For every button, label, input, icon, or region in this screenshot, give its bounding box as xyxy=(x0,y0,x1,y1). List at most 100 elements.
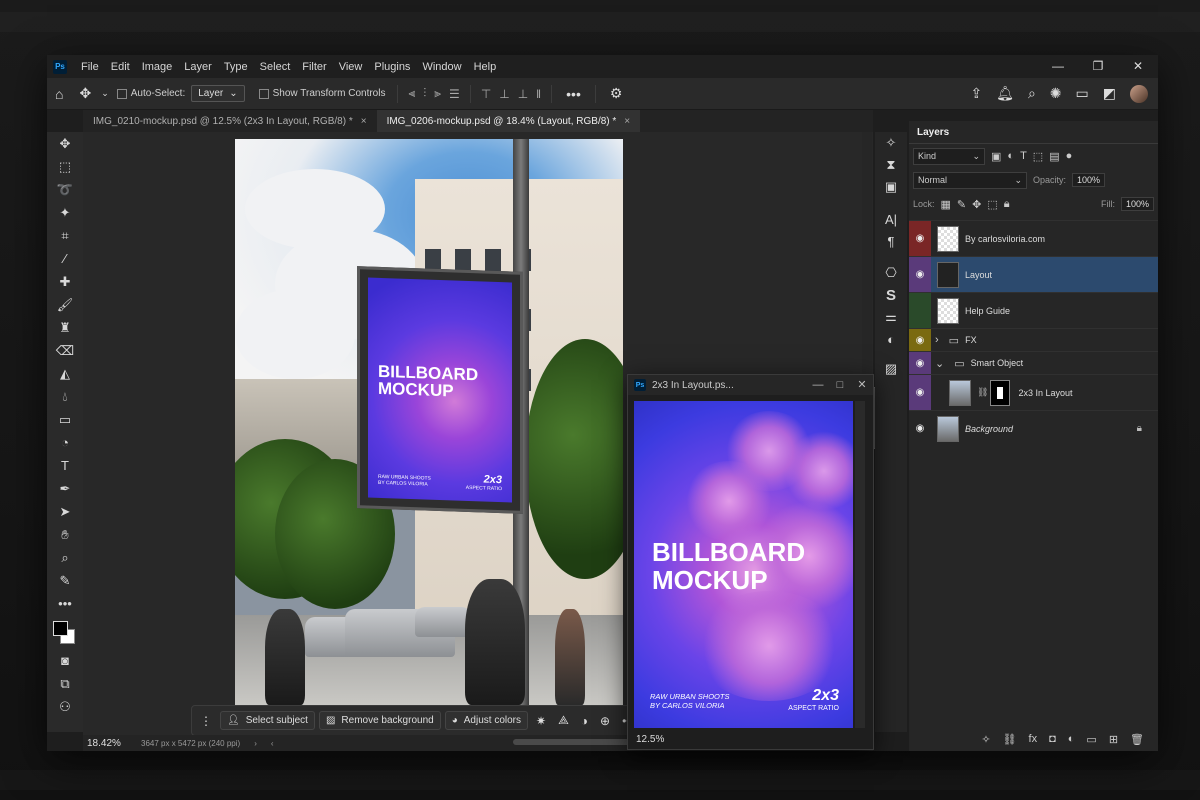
share-icon[interactable]: ⇪ xyxy=(970,85,982,102)
eyedropper-tool-icon[interactable]: ⁄ xyxy=(47,247,83,270)
eye-icon[interactable]: ◉ xyxy=(916,423,925,434)
align-middle-icon[interactable]: ⊥ xyxy=(495,87,513,101)
type-tool-icon[interactable]: T xyxy=(47,454,83,477)
distribute-icon[interactable]: ☰ xyxy=(445,87,464,101)
properties-icon[interactable]: ◐ xyxy=(875,328,907,350)
more-tools-icon[interactable]: ••• xyxy=(47,592,83,615)
menu-image[interactable]: Image xyxy=(136,61,179,73)
blend-mode-dropdown[interactable]: Normal ⌄ xyxy=(913,171,1027,189)
more-options-button[interactable]: ••• xyxy=(558,86,589,102)
lock-pixels-icon[interactable]: ✎ xyxy=(957,198,966,211)
menu-view[interactable]: View xyxy=(333,61,369,73)
layer-group-row[interactable]: ◉ › ▭ FX xyxy=(909,328,1158,351)
floating-window-scrollbar[interactable] xyxy=(855,401,865,728)
menu-filter[interactable]: Filter xyxy=(296,61,332,73)
shape-filter-icon[interactable]: ⬚ xyxy=(1033,150,1043,163)
lasso-tool-icon[interactable]: ➰ xyxy=(47,178,83,201)
floating-window-zoom[interactable]: 12.5% xyxy=(636,734,664,745)
chevron-down-icon[interactable]: ⌄ xyxy=(935,357,944,370)
search-icon[interactable]: ⌕ xyxy=(1028,85,1036,102)
minimize-button[interactable]: — xyxy=(1038,55,1078,78)
auto-select-dropdown[interactable]: Layer ⌄ xyxy=(191,85,245,102)
close-button[interactable]: ✕ xyxy=(1118,55,1158,78)
remove-background-button[interactable]: ▨ Remove background xyxy=(318,711,441,730)
link-layers-icon[interactable]: ⛓ xyxy=(1003,733,1017,746)
minimize-button[interactable]: — xyxy=(807,375,829,395)
contextual-icon[interactable]: ✧ xyxy=(981,733,990,746)
restore-button[interactable]: ❐ xyxy=(1078,55,1118,78)
libraries-icon[interactable]: ▨ xyxy=(875,358,907,380)
layer-group-row[interactable]: ◉ ⌄ ▭ Smart Object xyxy=(909,351,1158,374)
floating-window-titlebar[interactable]: Ps 2x3 In Layout.ps... — □ ✕ xyxy=(628,375,873,395)
scroll-left-arrow[interactable]: ‹ xyxy=(271,739,274,748)
learn-icon[interactable]: ✧ xyxy=(875,132,907,154)
history-icon[interactable]: ⧗ xyxy=(875,154,907,176)
avatar[interactable] xyxy=(1130,84,1148,103)
smart-object-canvas[interactable]: BILLBOARD MOCKUP RAW URBAN SHOOTS BY CAR… xyxy=(634,401,853,728)
actions-icon[interactable]: ▣ xyxy=(875,176,907,198)
align-top-icon[interactable]: ⊤ xyxy=(477,87,495,101)
adjustment-filter-icon[interactable]: ◐ xyxy=(1007,150,1014,162)
select-subject-button[interactable]: 👤︎ Select subject xyxy=(220,711,315,730)
smart-object-filter-icon[interactable]: ▤ xyxy=(1049,150,1059,163)
contrast-icon[interactable]: ◑ xyxy=(577,714,592,728)
generative-fill-icon[interactable]: ✎ xyxy=(47,569,83,592)
paint-bucket-icon[interactable]: ◭ xyxy=(47,362,83,385)
menu-window[interactable]: Window xyxy=(416,61,467,73)
close-icon[interactable]: × xyxy=(361,116,367,127)
zoom-level[interactable]: 18.42% xyxy=(83,738,127,749)
menu-layer[interactable]: Layer xyxy=(178,61,218,73)
new-layer-icon[interactable]: ⊞ xyxy=(1109,733,1118,746)
menu-help[interactable]: Help xyxy=(468,61,503,73)
kind-filter-dropdown[interactable]: Kind ⌄ xyxy=(913,147,985,165)
home-icon[interactable]: ⌂ xyxy=(47,86,71,102)
eye-icon[interactable]: ◉ xyxy=(916,269,925,280)
bell-icon[interactable]: 🔔︎ xyxy=(996,85,1014,102)
eye-icon[interactable]: ◉ xyxy=(916,335,925,346)
magic-wand-icon[interactable]: ✷ xyxy=(532,714,550,728)
menu-type[interactable]: Type xyxy=(218,61,254,73)
tab-img-0206[interactable]: IMG_0206-mockup.psd @ 18.4% (Layout, RGB… xyxy=(376,110,641,132)
plugins-icon[interactable]: ◩ xyxy=(1103,85,1116,102)
generative-icon[interactable]: ⎔ xyxy=(875,262,907,284)
menu-plugins[interactable]: Plugins xyxy=(368,61,416,73)
layer-row[interactable]: ◉ By carlosviloria.com xyxy=(909,220,1158,256)
align-bottom-icon[interactable]: ⊥ xyxy=(514,87,532,101)
close-icon[interactable]: × xyxy=(624,116,630,127)
character-icon[interactable]: A| xyxy=(875,208,907,230)
align-center-icon[interactable]: ⫶ xyxy=(419,86,430,101)
lock-artboard-icon[interactable]: ⬚ xyxy=(987,198,997,211)
auto-select-checkbox[interactable]: Auto-Select: xyxy=(111,88,191,99)
layer-mask-thumbnail[interactable] xyxy=(990,379,1011,406)
move-tool-icon[interactable]: ✥ xyxy=(47,132,83,155)
hand-tool-icon[interactable]: ✋︎ xyxy=(47,523,83,546)
chevron-right-icon[interactable]: › xyxy=(935,334,939,346)
color-swatches[interactable] xyxy=(47,615,83,649)
show-transform-controls-checkbox[interactable]: Show Transform Controls xyxy=(253,88,392,99)
fx-icon[interactable]: fx xyxy=(1029,733,1038,745)
lock-transparent-icon[interactable]: ▦ xyxy=(941,198,951,211)
adjustments-icon[interactable]: ⚌ xyxy=(875,306,907,328)
filter-toggle-icon[interactable]: ● xyxy=(1066,150,1073,162)
menu-edit[interactable]: Edit xyxy=(105,61,136,73)
type-filter-icon[interactable]: T xyxy=(1020,150,1027,162)
lightbulb-icon[interactable]: ✺ xyxy=(1050,85,1062,102)
align-left-icon[interactable]: ⫷ xyxy=(404,86,419,101)
rectangle-tool-icon[interactable]: ▭ xyxy=(47,408,83,431)
menu-file[interactable]: File xyxy=(75,61,105,73)
pixel-filter-icon[interactable]: ▣ xyxy=(991,150,1001,163)
pen-tool-icon[interactable]: ✒ xyxy=(47,477,83,500)
align-right-icon[interactable]: ⫸ xyxy=(430,86,445,101)
eye-icon[interactable]: ◉ xyxy=(916,387,925,398)
brush-tool-icon[interactable]: 🖌︎ xyxy=(47,293,83,316)
tab-img-0210[interactable]: IMG_0210-mockup.psd @ 12.5% (2x3 In Layo… xyxy=(83,110,377,132)
distribute-vertical-icon[interactable]: ‖ xyxy=(532,87,545,101)
lock-position-icon[interactable]: ✥ xyxy=(972,198,981,211)
stock-icon[interactable]: S xyxy=(875,284,907,306)
healing-brush-icon[interactable]: ✚ xyxy=(47,270,83,293)
add-layer-icon[interactable]: ⊕ xyxy=(596,714,614,728)
layer-row[interactable]: ◉ ⛓ 2x3 In Layout xyxy=(909,374,1158,410)
share-review-icon[interactable]: ⚇ xyxy=(47,695,83,718)
quick-mask-icon[interactable]: ◙ xyxy=(47,649,83,672)
drag-handle-icon[interactable]: ⋮ xyxy=(196,714,216,728)
